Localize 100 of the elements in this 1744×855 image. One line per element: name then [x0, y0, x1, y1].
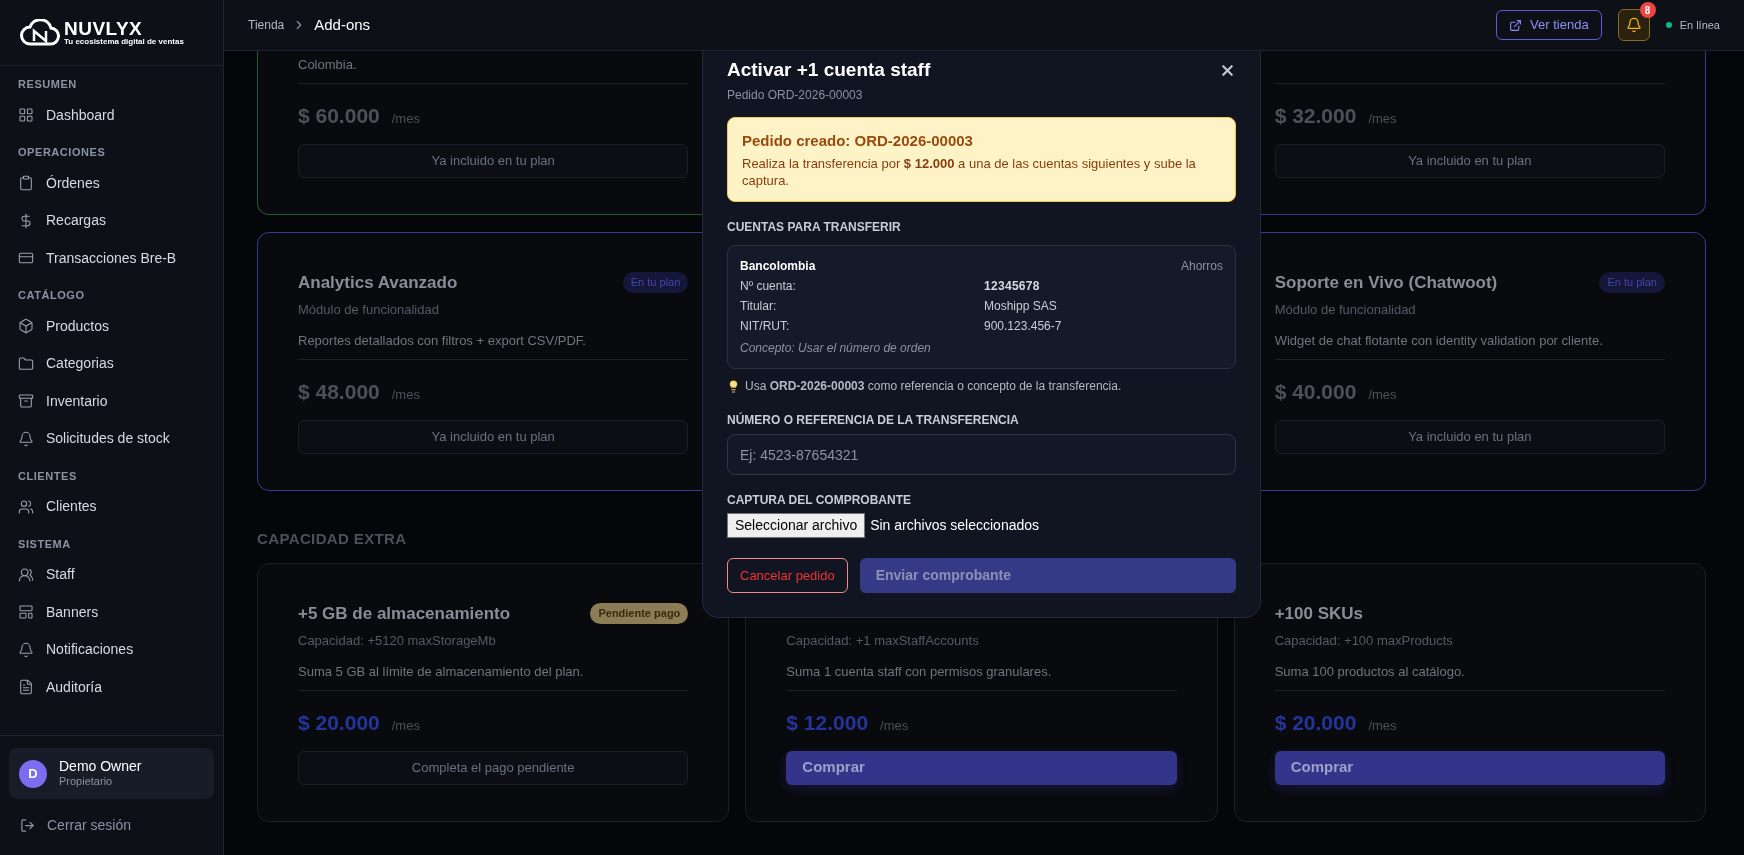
- alert-text: Realiza la transferencia por $ 12.000 a una de las cuentas siguientes y sube la captura.: [742, 155, 1197, 190]
- close-button[interactable]: [1219, 62, 1236, 79]
- nav-item[interactable]: Productos: [18, 307, 205, 345]
- alert-title: Pedido creado: ORD-2026-00003: [742, 130, 974, 151]
- brand-tagline: Tu ecosistema digital de ventas: [64, 38, 184, 46]
- field-value: 12345678: [984, 278, 1041, 296]
- nav-item[interactable]: Recargas: [18, 202, 205, 240]
- field-label: CAPTURA DEL COMPROBANTE: [727, 492, 912, 510]
- bank-name: Bancolombia: [740, 258, 816, 276]
- card-subtitle: Módulo de funcionalidad: [298, 300, 440, 319]
- user-role: Propietario: [59, 775, 114, 790]
- card-subtitle: Capacidad: +5120 maxStorageMb: [298, 631, 497, 650]
- lightbulb-icon: [727, 379, 740, 393]
- card-subtitle: Módulo de funcionalidad: [1274, 300, 1417, 319]
- nav-section-title: OPERACIONES: [18, 145, 107, 160]
- nav-item[interactable]: Transacciones Bre-B: [18, 239, 205, 277]
- buy-button[interactable]: Comprar: [786, 750, 1177, 785]
- section-label: CUENTAS PARA TRANSFERIR: [727, 219, 902, 237]
- status-badge: En tu plan: [622, 272, 689, 293]
- plan-status-button[interactable]: Ya incluido en tu plan: [298, 419, 689, 454]
- nav-item[interactable]: Banners: [18, 593, 205, 631]
- price-period: /mes: [1368, 717, 1397, 735]
- card-description: Suma 100 productos al catálogo.: [1274, 663, 1465, 682]
- plan-status-button[interactable]: Completa el pago pendiente: [298, 750, 689, 785]
- field-label: Titular:: [740, 298, 778, 316]
- price-period: /mes: [1368, 386, 1397, 404]
- card-title: Analytics Avanzado: [298, 271, 458, 294]
- notification-count: 8: [1639, 2, 1656, 18]
- external-link-icon: [1509, 18, 1523, 32]
- card-title: +5 GB de almacenamiento: [298, 602, 511, 625]
- account-concept: Concepto: Usar el número de orden: [740, 340, 932, 358]
- user-name: Demo Owner: [59, 757, 142, 776]
- folder-icon: [18, 355, 34, 372]
- reference-input[interactable]: Ej: 4523-87654321: [727, 434, 1236, 476]
- price-period: /mes: [1368, 110, 1397, 128]
- dialog-title: Activar +1 cuenta staff: [727, 58, 931, 82]
- users-icon: [18, 498, 34, 515]
- dialog-subtitle: Pedido ORD-2026-00003: [727, 86, 864, 104]
- buy-button[interactable]: Comprar: [1274, 750, 1665, 785]
- price: $ 20.000: [1274, 710, 1357, 736]
- cloud-logo-icon: [20, 18, 60, 47]
- nav-section-title: CATÁLOGO: [18, 288, 86, 303]
- nav-item[interactable]: Categorias: [18, 345, 205, 383]
- breadcrumb-link[interactable]: Tienda: [248, 16, 285, 34]
- nav-item[interactable]: Staff: [18, 556, 205, 594]
- price-period: /mes: [391, 110, 420, 128]
- layout-icon: [18, 604, 34, 621]
- price: $ 40.000: [1274, 379, 1357, 405]
- nav-section-title: SISTEMA: [18, 536, 72, 552]
- section-heading: CAPACIDAD EXTRA: [257, 528, 407, 549]
- nav-item[interactable]: Auditoría: [18, 668, 205, 706]
- status-badge: Pendiente pago: [590, 603, 689, 624]
- field-value: 900.123.456-7: [984, 318, 1063, 336]
- price-period: /mes: [391, 717, 420, 735]
- user-card[interactable]: D Demo Owner Propietario: [9, 748, 214, 799]
- nav-item[interactable]: Solicitudes de stock: [18, 420, 205, 458]
- bell-icon: [18, 430, 34, 447]
- price-period: /mes: [391, 386, 420, 404]
- file-status: Sin archivos seleccionados: [870, 516, 1040, 536]
- nav-item[interactable]: Clientes: [18, 488, 205, 526]
- field-label: NÚMERO O REFERENCIA DE LA TRANSFERENCIA: [727, 411, 1020, 430]
- reference-tip: Usa ORD-2026-00003 como referencia o concepto de la transferencia.: [745, 378, 1122, 396]
- bell-icon: [1625, 17, 1642, 33]
- price: $ 48.000: [298, 379, 380, 405]
- nav-item[interactable]: Dashboard: [18, 96, 205, 134]
- card-subtitle: Capacidad: +100 maxProducts: [1274, 631, 1454, 650]
- card-description: Suma 5 GB al límite de almacenamiento del plan.: [298, 663, 584, 682]
- plan-status-button[interactable]: Ya incluido en tu plan: [1274, 419, 1665, 454]
- clipboard-icon: [18, 175, 34, 192]
- card-description: Reportes detallados con filtros + export CSV/PDF.: [298, 332, 586, 351]
- plan-status-button[interactable]: Ya incluido en tu plan: [298, 143, 689, 178]
- choose-file-button[interactable]: Seleccionar archivo: [727, 513, 866, 539]
- card-description: Widget de chat flotante con identity validation por cliente.: [1274, 332, 1603, 351]
- grid-icon: [18, 107, 34, 124]
- card-description: Suma 1 cuenta staff con permisos granulares.: [786, 663, 1052, 682]
- close-icon: [1219, 62, 1236, 79]
- price: $ 20.000: [298, 710, 380, 736]
- nav-item[interactable]: Inventario: [18, 382, 205, 420]
- cancel-order-button[interactable]: Cancelar pedido: [727, 558, 848, 594]
- archive-icon: [18, 393, 34, 410]
- field-label: NIT/RUT:: [740, 318, 791, 336]
- breadcrumb-link[interactable]: Add-ons: [314, 13, 371, 37]
- card-description: Colombia.: [298, 56, 357, 75]
- field-label: Nº cuenta:: [740, 278, 797, 296]
- plan-status-button[interactable]: Ya incluido en tu plan: [1274, 143, 1665, 178]
- bell-icon: [18, 641, 34, 658]
- view-store-button[interactable]: Ver tienda: [1496, 10, 1602, 40]
- nav-section-title: RESUMEN: [18, 77, 78, 92]
- status-badge: En tu plan: [1599, 272, 1665, 293]
- price: $ 12.000: [786, 710, 869, 736]
- logout-button[interactable]: Cerrar sesión: [9, 807, 214, 843]
- logout-icon: [20, 817, 35, 833]
- box-icon: [18, 318, 34, 335]
- users-icon: [18, 566, 34, 583]
- price-period: /mes: [880, 717, 909, 735]
- card-title: Soporte en Vivo (Chatwoot): [1274, 271, 1498, 294]
- status-label: En línea: [1679, 17, 1720, 33]
- nav-item[interactable]: Notificaciones: [18, 631, 205, 669]
- nav-item[interactable]: Órdenes: [18, 164, 205, 202]
- account-type: Ahorros: [1180, 258, 1223, 276]
